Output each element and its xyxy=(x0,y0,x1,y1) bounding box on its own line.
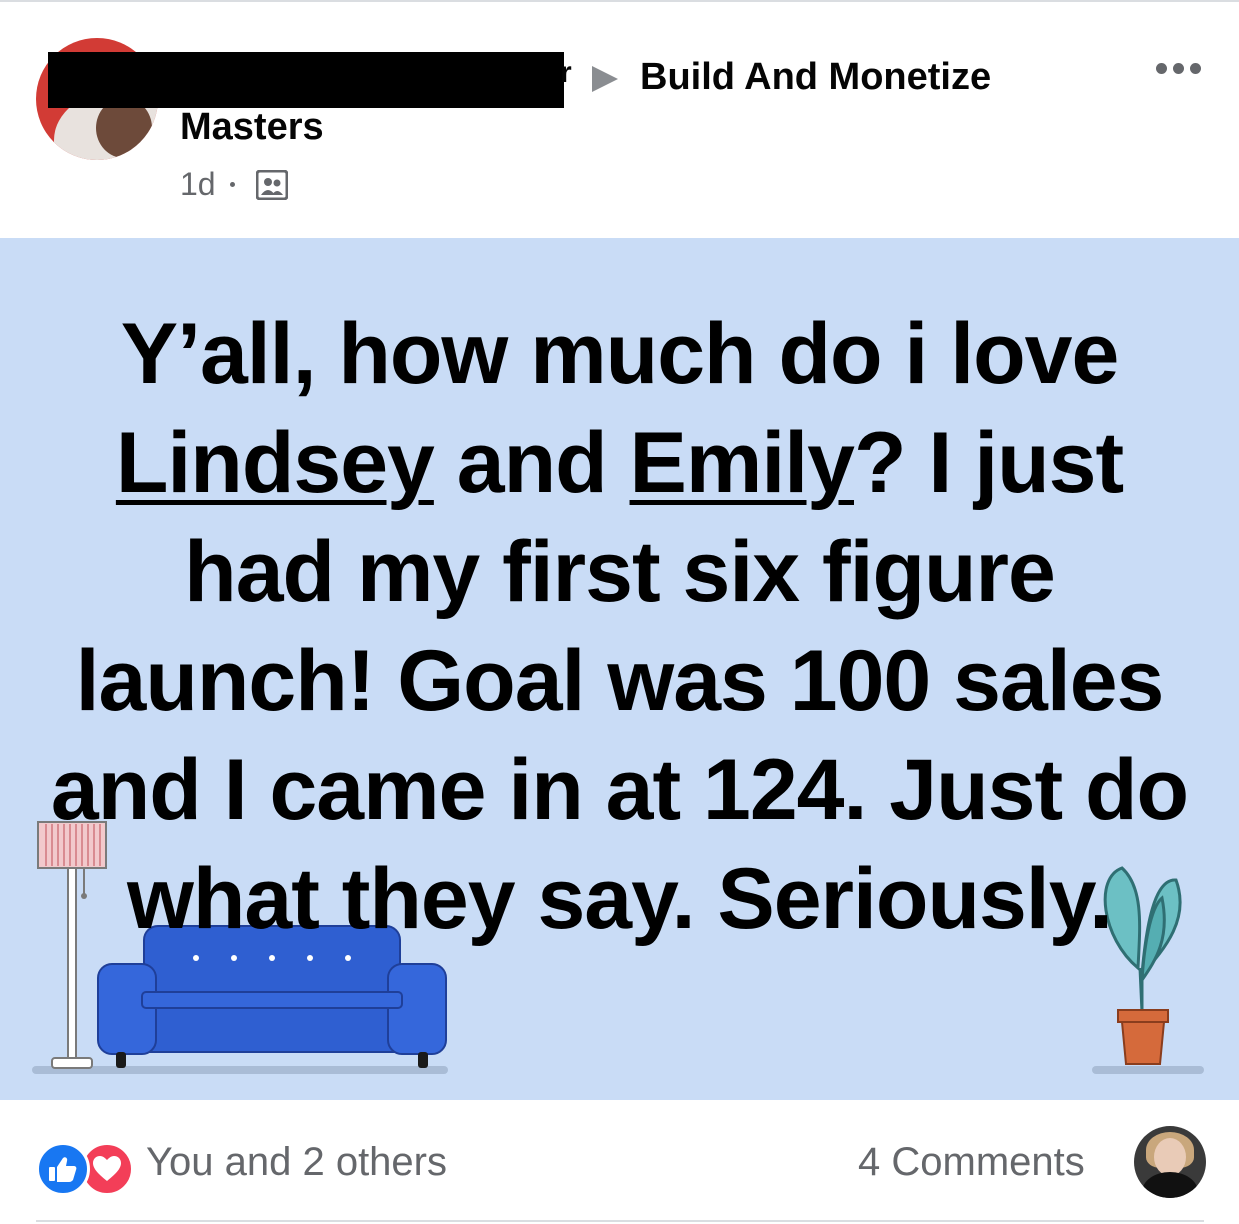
group-members-icon xyxy=(256,170,288,200)
reactions-summary[interactable]: You and 2 others xyxy=(146,1140,447,1185)
mention-lindsey[interactable]: Lindsey xyxy=(116,415,435,511)
post-text-middle: and xyxy=(433,415,630,511)
post-header: r Build And Monetize Masters 1d xyxy=(0,0,1239,238)
group-name-continued[interactable]: Masters xyxy=(180,106,324,149)
more-dot xyxy=(1190,62,1201,74)
avatar-face xyxy=(1154,1138,1186,1176)
group-name[interactable]: Build And Monetize xyxy=(640,56,991,99)
more-dots-icon[interactable] xyxy=(1156,58,1208,78)
mention-emily[interactable]: Emily xyxy=(630,415,855,511)
more-dot xyxy=(1156,62,1167,74)
separator-dot xyxy=(230,182,235,187)
viewer-avatar[interactable] xyxy=(1134,1126,1206,1198)
author-name-suffix[interactable]: r xyxy=(560,56,572,90)
post-timestamp[interactable]: 1d xyxy=(180,166,216,203)
post-body: Y’all, how much do i love Lindsey and Em… xyxy=(0,238,1239,1100)
post-text-start: Y’all, how much do i love xyxy=(120,306,1120,402)
redacted-author-name xyxy=(48,52,564,108)
post-text: Y’all, how much do i love Lindsey and Em… xyxy=(40,300,1199,954)
post-footer: You and 2 others 4 Comments xyxy=(0,1100,1239,1224)
comments-count[interactable]: 4 Comments xyxy=(858,1140,1085,1185)
like-icon[interactable] xyxy=(36,1142,90,1196)
bottom-divider xyxy=(36,1220,1204,1222)
more-dot xyxy=(1173,62,1184,74)
arrow-right-icon xyxy=(592,66,618,92)
avatar-body xyxy=(1142,1172,1198,1198)
